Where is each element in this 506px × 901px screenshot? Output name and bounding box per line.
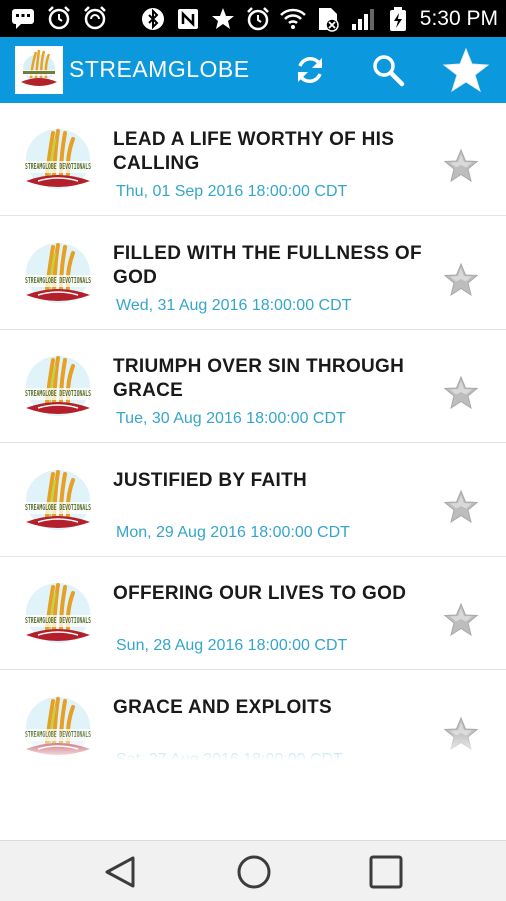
list-fade [0, 730, 506, 766]
app-title: STREAMGLOBE DEVOTIONALS [69, 56, 255, 82]
devotional-thumbnail: STREAMGLOBE DEVOTIONALS [20, 577, 96, 653]
message-icon [12, 9, 34, 29]
navigation-bar [0, 840, 506, 901]
devotional-row[interactable]: STREAMGLOBE DEVOTIONALS JUSTIFIED BY FAIT… [0, 444, 506, 557]
favorite-star-icon[interactable] [443, 489, 479, 524]
devotional-row[interactable]: STREAMGLOBE DEVOTIONALS OFFERING OUR LIVE… [0, 557, 506, 670]
devotional-title: GRACE AND EXPLOITS [113, 696, 332, 718]
wifi-icon [279, 8, 306, 29]
status-left [10, 5, 108, 31]
devotional-date: Sun, 28 Aug 2016 18:00:00 CDT [116, 637, 348, 654]
devotional-date: Mon, 29 Aug 2016 18:00:00 CDT [116, 523, 350, 541]
devotional-date: Tue, 30 Aug 2016 18:00:00 CDT [116, 410, 346, 427]
recent-apps-icon[interactable] [367, 853, 405, 891]
star-icon [211, 7, 234, 29]
favorite-star-icon[interactable] [443, 375, 479, 410]
devotional-title: JUSTIFIED BY FAITH [113, 469, 308, 491]
no-sim-icon [318, 7, 339, 32]
devotional-row[interactable]: STREAMGLOBE DEVOTIONALS LEAD A LIFE WORTH… [0, 103, 506, 216]
devotional-row[interactable]: STREAMGLOBE DEVOTIONALS FILLED WITH THE F… [0, 217, 506, 330]
devotional-title: OFFERING OUR LIVES TO GOD [113, 583, 407, 604]
status-time: 5:30 PM [419, 7, 498, 30]
refresh-icon [298, 57, 322, 83]
nfc-icon [177, 8, 198, 29]
refresh-button[interactable] [292, 52, 328, 88]
favorites-button[interactable] [442, 47, 490, 95]
devotional-date: Wed, 31 Aug 2016 18:00:00 CDT [116, 296, 352, 314]
devotional-row[interactable]: STREAMGLOBE DEVOTIONALS TRIUMPH OVER SIN … [0, 330, 506, 443]
devotional-thumbnail: STREAMGLOBE DEVOTIONALS [20, 237, 96, 313]
bluetooth-icon [141, 7, 164, 30]
signal-icon [351, 8, 374, 30]
thumb-caption: STREAMGLOBE DEVOTIONALS [25, 276, 91, 285]
search-icon [373, 55, 405, 87]
thumb-caption: STREAMGLOBE DEVOTIONALS [25, 503, 91, 512]
favorite-star-icon[interactable] [443, 148, 479, 183]
search-button[interactable] [370, 52, 406, 88]
devotional-title: FILLED WITH THE FULLNESS OF GOD [113, 242, 422, 288]
favorite-star-icon[interactable] [443, 262, 479, 297]
battery-icon [389, 6, 406, 31]
devotional-date: Thu, 01 Sep 2016 18:00:00 CDT [116, 183, 348, 200]
status-right: 5:30 PM [140, 5, 498, 32]
devotionals-list[interactable]: STREAMGLOBE DEVOTIONALS LEAD A LIFE WORTH… [0, 103, 506, 763]
devotional-thumbnail: STREAMGLOBE DEVOTIONALS [20, 350, 96, 426]
devotional-title: LEAD A LIFE WORTHY OF HIS CALLING [113, 129, 395, 174]
devotional-title: TRIUMPH OVER SIN THROUGH GRACE [113, 356, 405, 401]
home-icon[interactable] [235, 853, 273, 891]
clock-icon [246, 6, 269, 30]
thumb-caption: STREAMGLOBE DEVOTIONALS [25, 616, 91, 625]
devotional-thumbnail: STREAMGLOBE DEVOTIONALS [20, 123, 96, 199]
thumb-caption: STREAMGLOBE DEVOTIONALS [25, 162, 91, 171]
status-bar: 5:30 PM [0, 0, 506, 37]
favorite-star-icon[interactable] [443, 602, 479, 637]
devotional-thumbnail: STREAMGLOBE DEVOTIONALS [20, 464, 96, 540]
alarm-icon [48, 6, 70, 30]
streamglobe-logo-icon [15, 46, 63, 94]
back-icon[interactable] [101, 853, 139, 891]
app-bar: STREAMGLOBE DEVOTIONALS [0, 37, 506, 103]
thumb-caption: STREAMGLOBE DEVOTIONALS [25, 389, 91, 398]
sync-alarm-icon [84, 6, 106, 30]
favorites-star-icon [442, 47, 490, 93]
